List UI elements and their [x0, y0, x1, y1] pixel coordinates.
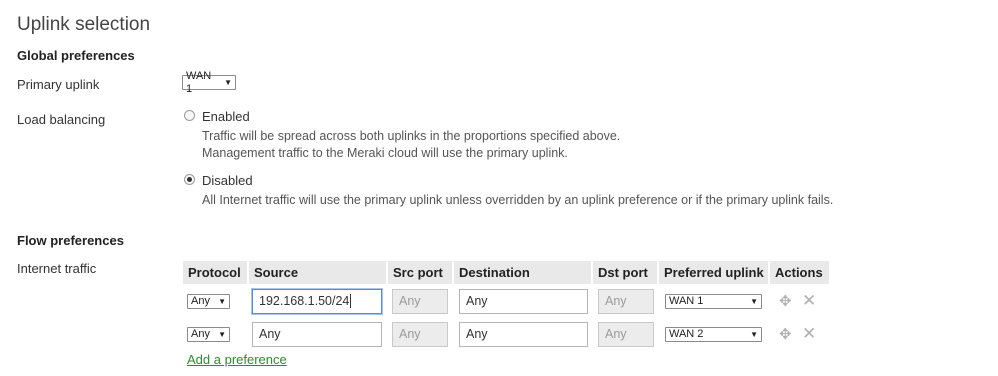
column-header-dst-port: Dst port: [593, 261, 657, 284]
disabled-description: All Internet traffic will use the primar…: [202, 193, 834, 207]
move-icon[interactable]: ✥: [779, 294, 792, 309]
chevron-down-icon: ▼: [218, 330, 226, 339]
destination-input[interactable]: Any: [459, 289, 588, 314]
src-port-input: Any: [392, 289, 448, 314]
internet-traffic-label: Internet traffic: [17, 261, 97, 276]
protocol-value: Any: [191, 328, 210, 340]
src-port-input: Any: [392, 322, 448, 347]
move-icon[interactable]: ✥: [779, 327, 792, 342]
column-header-actions: Actions: [770, 261, 829, 284]
protocol-select[interactable]: Any ▼: [187, 294, 230, 309]
column-header-destination: Destination: [454, 261, 591, 284]
uplink-value: WAN 2: [669, 328, 704, 340]
source-input[interactable]: Any: [252, 322, 382, 347]
dst-port-input: Any: [598, 322, 654, 347]
protocol-value: Any: [191, 295, 210, 307]
close-icon[interactable]: ✕: [802, 292, 816, 309]
chevron-down-icon: ▼: [750, 330, 758, 339]
destination-input[interactable]: Any: [459, 322, 588, 347]
dst-port-input: Any: [598, 289, 654, 314]
preferred-uplink-select[interactable]: WAN 2 ▼: [665, 327, 762, 342]
page-title: Uplink selection: [17, 14, 151, 35]
add-preference-link[interactable]: Add a preference: [187, 352, 287, 367]
column-header-preferred-uplink: Preferred uplink: [659, 261, 768, 284]
source-value: 192.168.1.50/24: [259, 294, 350, 308]
primary-uplink-value: WAN 1: [186, 69, 212, 95]
enabled-description-line-1: Traffic will be spread across both uplin…: [202, 129, 621, 143]
primary-uplink-label: Primary uplink: [17, 77, 100, 92]
uplink-value: WAN 1: [669, 295, 704, 307]
chevron-down-icon: ▼: [218, 297, 226, 306]
flow-preferences-heading: Flow preferences: [17, 233, 124, 248]
chevron-down-icon: ▼: [224, 78, 232, 87]
global-preferences-heading: Global preferences: [17, 48, 135, 63]
column-header-src-port: Src port: [388, 261, 452, 284]
column-header-protocol: Protocol: [183, 261, 247, 284]
load-balancing-label: Load balancing: [17, 112, 106, 127]
load-balancing-disabled-radio[interactable]: [184, 174, 195, 185]
source-input[interactable]: 192.168.1.50/24: [252, 289, 382, 314]
column-header-source: Source: [249, 261, 386, 284]
load-balancing-enabled-label[interactable]: Enabled: [202, 109, 250, 124]
chevron-down-icon: ▼: [750, 297, 758, 306]
enabled-description-line-2: Management traffic to the Meraki cloud w…: [202, 146, 568, 160]
primary-uplink-select[interactable]: WAN 1 ▼: [182, 70, 236, 95]
load-balancing-disabled-label[interactable]: Disabled: [202, 173, 253, 188]
protocol-select[interactable]: Any ▼: [187, 327, 230, 342]
load-balancing-enabled-radio[interactable]: [184, 110, 195, 121]
close-icon[interactable]: ✕: [802, 325, 816, 342]
preferred-uplink-select[interactable]: WAN 1 ▼: [665, 294, 762, 309]
